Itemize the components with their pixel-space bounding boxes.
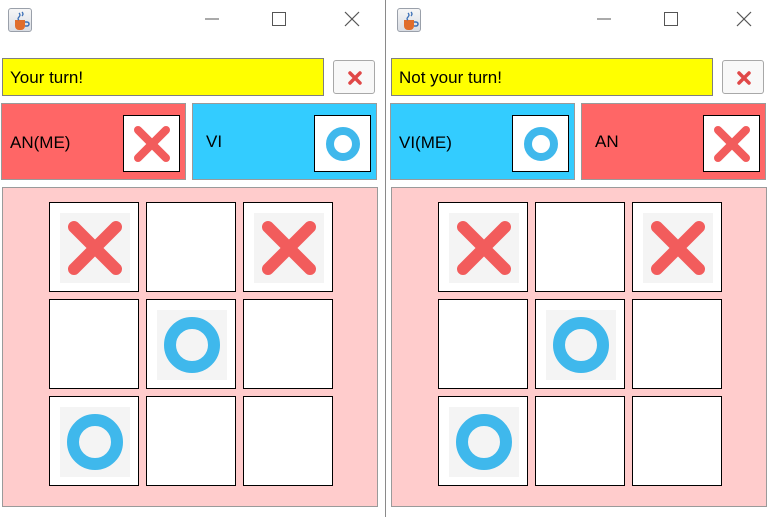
board-cell[interactable] (49, 299, 139, 389)
exit-button[interactable] (333, 60, 375, 94)
x-mark-icon (651, 221, 705, 275)
board-cell[interactable] (49, 396, 139, 486)
board-cell[interactable] (535, 299, 625, 389)
title-bar (389, 0, 777, 40)
x-mark-icon (457, 221, 511, 275)
game-window-right: Not your turn! VI(ME) AN (389, 0, 777, 517)
close-icon[interactable] (341, 8, 363, 30)
board-cell[interactable] (535, 202, 625, 292)
board-cell[interactable] (243, 396, 333, 486)
player-name: AN(ME) (10, 133, 71, 152)
board-cell[interactable] (146, 396, 236, 486)
exit-button[interactable] (722, 60, 764, 94)
game-window-left: Your turn! AN(ME) VI (0, 0, 385, 517)
game-board (391, 187, 767, 507)
player-name: AN (595, 132, 619, 151)
x-mark-icon (714, 126, 750, 162)
board-cell[interactable] (632, 396, 722, 486)
exit-x-icon (737, 71, 751, 85)
o-mark-icon (553, 317, 609, 373)
board-cell[interactable] (632, 299, 722, 389)
board-cell[interactable] (438, 299, 528, 389)
turn-status-field: Not your turn! (391, 58, 713, 96)
player-mark-box (703, 115, 760, 172)
board-cell[interactable] (243, 202, 333, 292)
board-cell[interactable] (146, 299, 236, 389)
o-mark-icon (456, 414, 512, 470)
maximize-icon[interactable] (268, 8, 290, 30)
game-board (2, 187, 378, 507)
title-bar (0, 0, 385, 40)
x-mark-icon (68, 221, 122, 275)
player-panel-me: VI(ME) (390, 103, 575, 180)
player-mark-box (123, 115, 180, 172)
board-cell[interactable] (146, 202, 236, 292)
player-mark-box (512, 115, 569, 172)
board-cell[interactable] (438, 202, 528, 292)
java-cup-icon[interactable] (397, 8, 421, 32)
turn-status-field: Your turn! (2, 58, 324, 96)
o-mark-icon (326, 127, 360, 161)
o-mark-icon (524, 127, 558, 161)
o-mark-icon (67, 414, 123, 470)
board-cell[interactable] (535, 396, 625, 486)
x-mark-icon (262, 221, 316, 275)
board-cell[interactable] (243, 299, 333, 389)
exit-x-icon (348, 71, 362, 85)
o-mark-icon (164, 317, 220, 373)
player-name: VI (206, 132, 223, 151)
minimize-icon[interactable] (593, 8, 615, 30)
player-name: VI(ME) (399, 133, 452, 152)
board-cell[interactable] (632, 202, 722, 292)
close-icon[interactable] (733, 8, 755, 30)
maximize-icon[interactable] (660, 8, 682, 30)
minimize-icon[interactable] (201, 8, 223, 30)
player-panel-me: AN(ME) (1, 103, 186, 180)
board-cell[interactable] (49, 202, 139, 292)
x-mark-icon (134, 126, 170, 162)
player-mark-box (314, 115, 371, 172)
player-panel-opponent: VI (192, 103, 377, 180)
board-cell[interactable] (438, 396, 528, 486)
player-panel-opponent: AN (581, 103, 766, 180)
java-cup-icon[interactable] (8, 8, 32, 32)
